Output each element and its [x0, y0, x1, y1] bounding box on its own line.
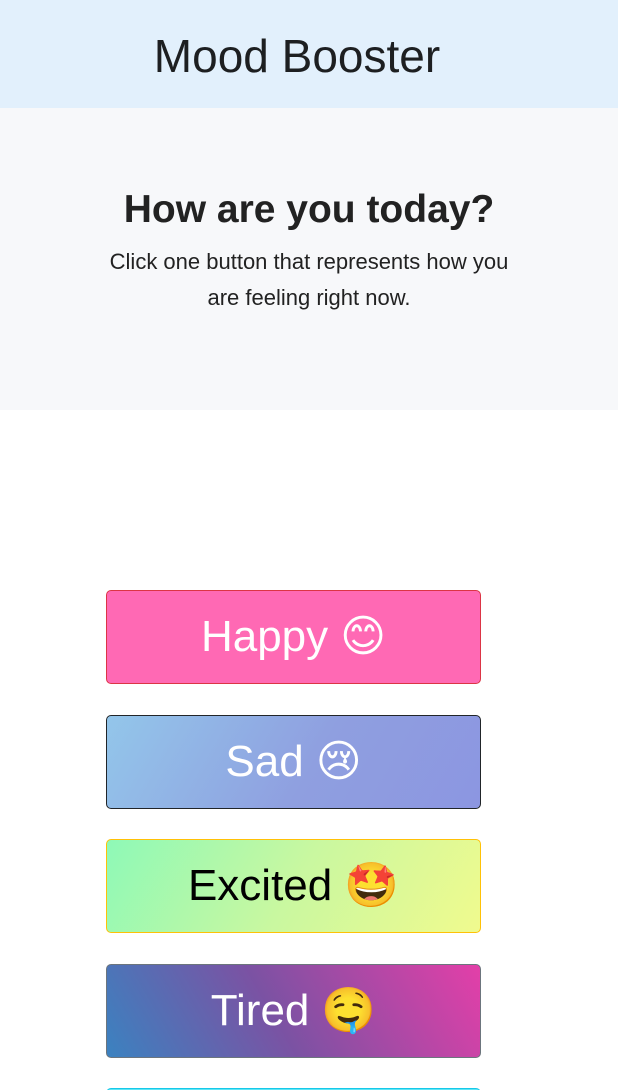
- smiling-face-icon: 😊: [340, 612, 387, 661]
- happy-button-label: Happy: [200, 612, 329, 661]
- sad-button[interactable]: Sad 😢: [106, 715, 481, 809]
- app-title: Mood Booster: [153, 30, 441, 82]
- excited-button[interactable]: Excited 🤩: [106, 839, 481, 933]
- crying-face-icon: 😢: [315, 737, 362, 786]
- happy-button[interactable]: Happy 😊: [106, 590, 481, 684]
- tired-button-label: Tired: [210, 986, 310, 1035]
- sad-button-label: Sad: [225, 737, 304, 786]
- tired-button[interactable]: Tired 🤤: [106, 964, 481, 1058]
- excited-button-label: Excited: [187, 861, 333, 910]
- top-bar: Mood Booster: [0, 0, 618, 108]
- page: Mood Booster How are you today? Click on…: [0, 0, 618, 1090]
- star-struck-face-icon: 🤩: [344, 861, 400, 910]
- hero-instructions: Click one button that represents how you…: [109, 249, 509, 310]
- hero-section: How are you today? Click one button that…: [0, 108, 618, 410]
- hero-heading: How are you today?: [123, 188, 495, 231]
- drooling-face-icon: 🤤: [321, 986, 377, 1035]
